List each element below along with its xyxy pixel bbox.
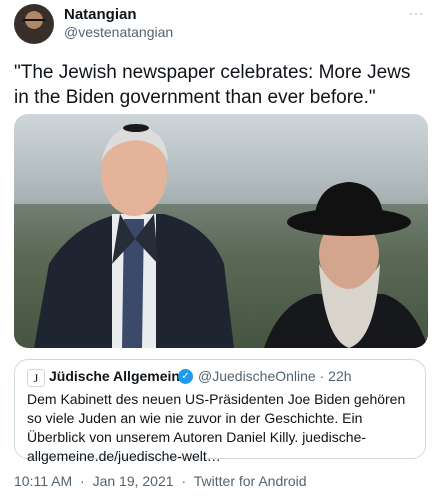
quoted-account-logo: J [27, 369, 45, 387]
photo-illustration [14, 124, 428, 348]
separator-dot: · [181, 473, 187, 489]
tweet-source[interactable]: Twitter for Android [194, 473, 307, 489]
quoted-tweet-text: Dem Kabinett des neuen US-Präsidenten Jo… [27, 391, 406, 464]
separator-dot: · [80, 473, 85, 489]
quoted-tweet[interactable]: J Jüdische Allgemeine ✓ @JuedischeOnline… [14, 359, 426, 464]
author-display-name[interactable]: Natangian [64, 6, 137, 23]
author-handle[interactable]: @vestenatangian [64, 24, 173, 40]
tweet-time[interactable]: 10:11 AM [14, 473, 72, 489]
more-options-icon[interactable]: ··· [409, 6, 424, 20]
tweet-photo[interactable] [14, 114, 428, 348]
quoted-handle-time: @JuedischeOnline · 22h [198, 368, 352, 384]
tweet-metadata: 10:11 AM · Jan 19, 2021 · Twitter for An… [14, 473, 311, 489]
avatar-glasses [22, 19, 46, 27]
tweet-date[interactable]: Jan 19, 2021 [93, 473, 174, 489]
tweet-text: "The Jewish newspaper celebrates: More J… [14, 62, 411, 108]
verified-badge-icon: ✓ [178, 369, 193, 384]
quoted-account-name: Jüdische Allgemeine [49, 368, 188, 384]
author-avatar[interactable] [14, 4, 54, 44]
